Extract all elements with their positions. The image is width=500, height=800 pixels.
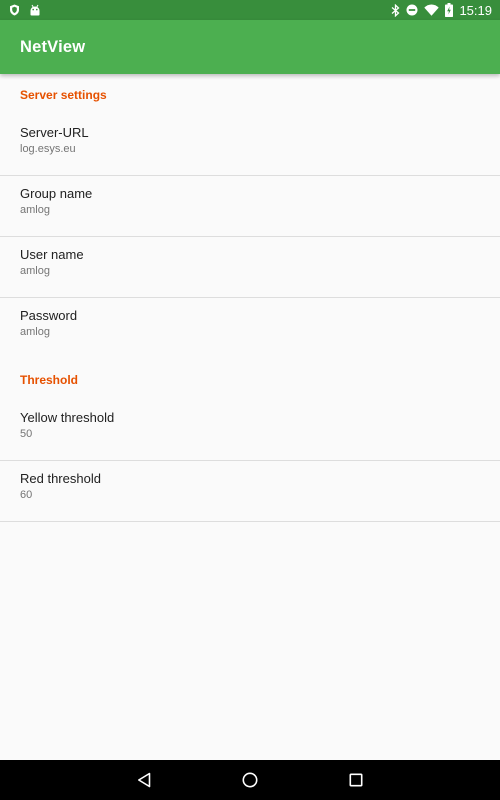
pref-title: Password (20, 308, 78, 323)
category-header-threshold: Threshold (20, 373, 79, 387)
pref-summary: amlog (20, 204, 50, 216)
app-title: NetView (20, 37, 86, 56)
status-left (9, 4, 50, 16)
pref-yellow-threshold[interactable]: Yellow threshold 50 (0, 400, 500, 461)
pref-title: Red threshold (20, 471, 101, 486)
pref-summary: 50 (20, 428, 33, 440)
home-icon (242, 772, 258, 788)
pref-title: User name (20, 247, 84, 262)
pref-title: Group name (20, 186, 93, 201)
pref-password[interactable]: Password amlog (0, 298, 500, 359)
category-header-server-settings: Server settings (20, 88, 107, 102)
do-not-disturb-icon (406, 4, 418, 16)
battery-charging-icon (445, 3, 454, 17)
pref-user-name[interactable]: User name amlog (0, 237, 500, 298)
pref-server-url[interactable]: Server-URL log.esys.eu (0, 115, 500, 176)
status-bar: 15:19 (0, 0, 500, 20)
pref-group-name[interactable]: Group name amlog (0, 176, 500, 237)
recents-button[interactable] (326, 760, 386, 800)
shield-icon (9, 4, 20, 16)
pref-summary: log.esys.eu (20, 143, 76, 155)
pref-red-threshold[interactable]: Red threshold 60 (0, 461, 500, 522)
back-icon (137, 772, 151, 788)
pref-summary: amlog (20, 265, 50, 277)
back-button[interactable] (114, 760, 174, 800)
pref-title: Server-URL (20, 125, 89, 140)
pref-title: Yellow threshold (20, 410, 115, 425)
recents-icon (349, 773, 363, 787)
wifi-icon (424, 4, 440, 16)
settings-list: Server settings Server-URL log.esys.eu G… (0, 74, 500, 522)
status-time: 15:19 (459, 2, 492, 18)
android-icon (29, 4, 41, 16)
app-bar: NetView (0, 20, 500, 74)
pref-summary: amlog (20, 326, 50, 338)
pref-summary: 60 (20, 489, 33, 501)
bluetooth-icon (391, 3, 400, 17)
home-button[interactable] (220, 760, 280, 800)
status-right: 15:19 (385, 3, 492, 18)
navigation-bar (0, 760, 500, 800)
